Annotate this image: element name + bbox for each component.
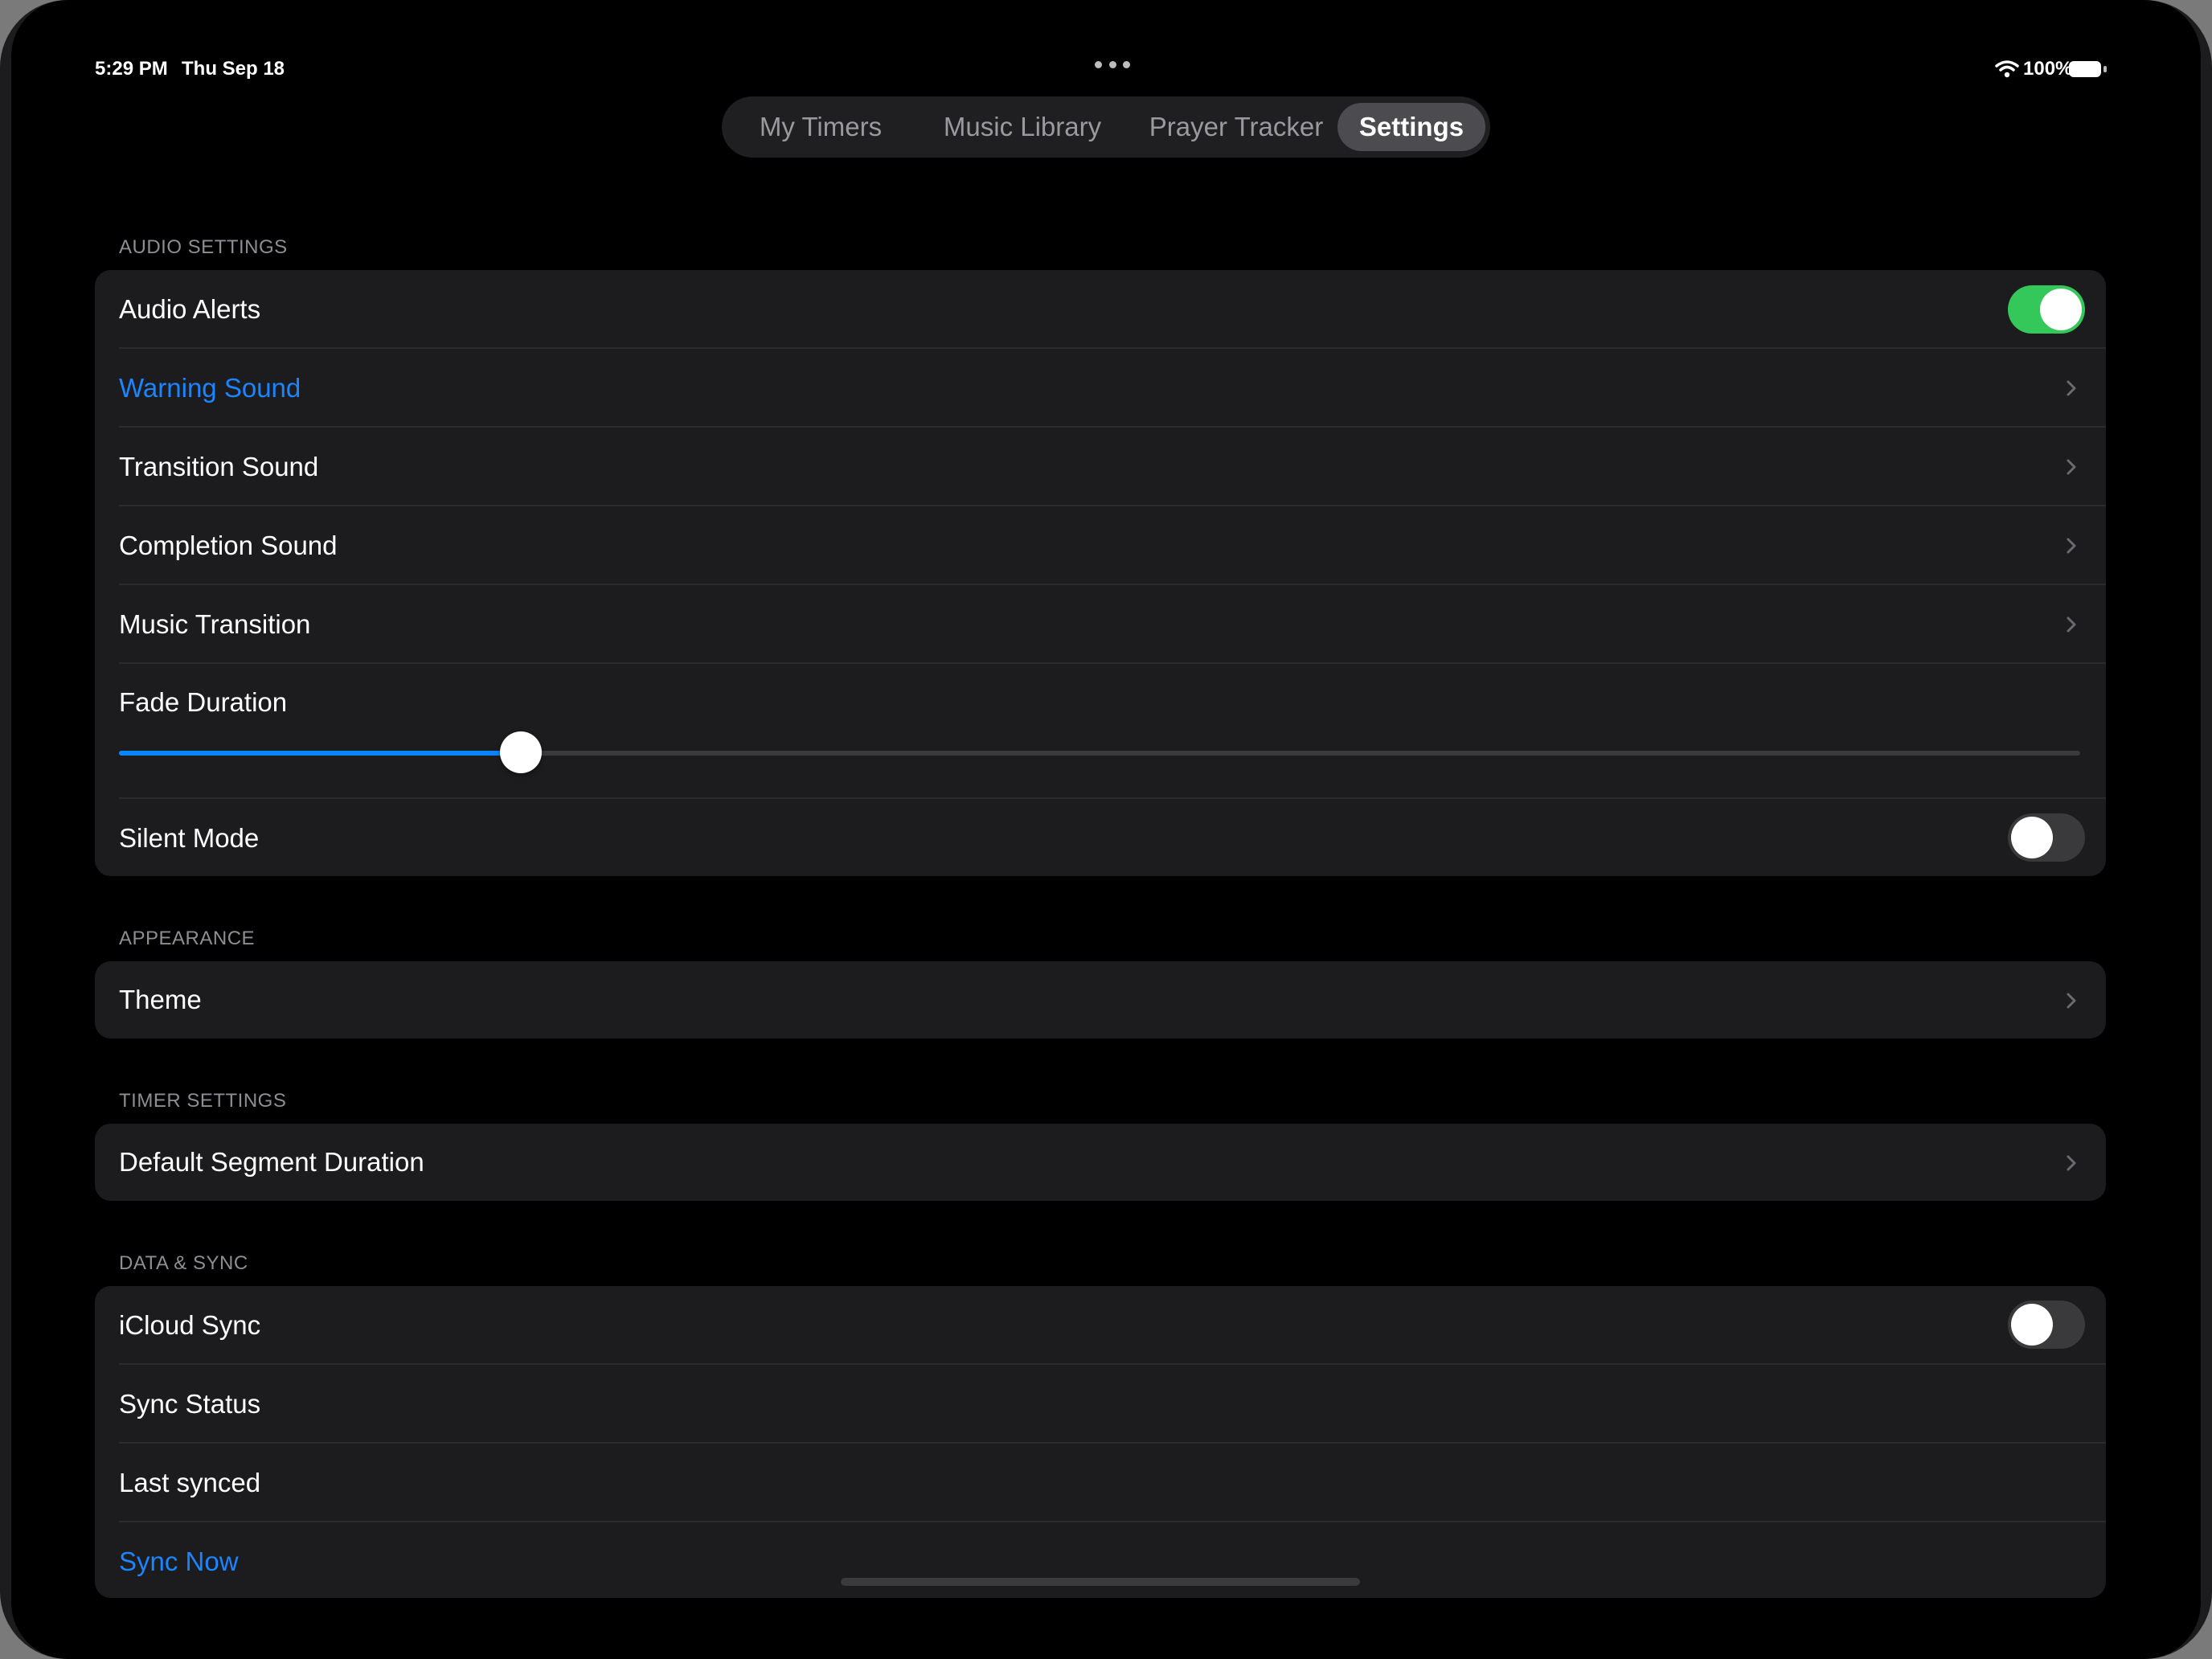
music-transition-row[interactable]: Music Transition (95, 585, 2106, 663)
completion-sound-label: Completion Sound (119, 530, 338, 560)
audio-alerts-label: Audio Alerts (119, 294, 261, 324)
appearance-group: Theme (95, 961, 2106, 1038)
timer-settings-group: Default Segment Duration (95, 1124, 2106, 1201)
transition-sound-label: Transition Sound (119, 452, 319, 481)
silent-mode-row: Silent Mode (95, 799, 2106, 876)
sync-now-button[interactable]: Sync Now (119, 1522, 239, 1598)
chevron-right-icon (2067, 538, 2076, 554)
audio-alerts-row: Audio Alerts (95, 270, 2106, 348)
theme-row[interactable]: Theme (95, 961, 2106, 1038)
warning-sound-row[interactable]: Warning Sound (95, 349, 2106, 427)
transition-sound-row[interactable]: Transition Sound (95, 428, 2106, 506)
wifi-icon (1995, 60, 2019, 78)
section-header-appearance: APPEARANCE (119, 928, 256, 949)
warning-sound-label: Warning Sound (119, 373, 301, 403)
tab-prayer-tracker[interactable]: Prayer Tracker (1132, 96, 1341, 158)
theme-label: Theme (119, 985, 202, 1014)
battery-icon (2069, 61, 2108, 79)
battery-percent: 100% (2023, 58, 2073, 80)
chevron-right-icon (2067, 616, 2076, 633)
device-frame: 5:29 PM Thu Sep 18 100% My Timers Music … (0, 0, 2212, 1659)
sync-status-row: Sync Status (95, 1365, 2106, 1443)
default-segment-duration-row[interactable]: Default Segment Duration (95, 1124, 2106, 1201)
chevron-right-icon (2067, 380, 2076, 396)
chevron-right-icon (2067, 1155, 2076, 1171)
last-synced-label: Last synced (119, 1468, 261, 1497)
status-date: Thu Sep 18 (182, 58, 285, 80)
fade-duration-label: Fade Duration (119, 687, 288, 717)
last-synced-row: Last synced (95, 1444, 2106, 1522)
status-time: 5:29 PM (95, 58, 168, 80)
fade-duration-slider[interactable] (119, 731, 2080, 773)
home-indicator (841, 1578, 1360, 1586)
sync-status-label: Sync Status (119, 1389, 261, 1419)
icloud-sync-toggle[interactable] (2008, 1301, 2085, 1349)
chevron-right-icon (2067, 993, 2076, 1009)
section-header-audio: AUDIO SETTINGS (119, 236, 288, 258)
slider-fill (119, 751, 522, 756)
screen: 5:29 PM Thu Sep 18 100% My Timers Music … (11, 0, 2201, 1659)
section-header-data-sync: DATA & SYNC (119, 1252, 248, 1274)
tab-my-timers[interactable]: My Timers (738, 96, 903, 158)
more-dots-icon[interactable] (1095, 61, 1130, 72)
silent-mode-label: Silent Mode (119, 823, 260, 853)
completion-sound-row[interactable]: Completion Sound (95, 506, 2106, 584)
silent-mode-toggle[interactable] (2008, 813, 2085, 862)
chevron-right-icon (2067, 459, 2076, 475)
audio-settings-group: Audio Alerts Warning Sound Transition So… (95, 270, 2106, 876)
slider-thumb[interactable] (500, 731, 543, 773)
sync-now-row[interactable]: Sync Now (95, 1522, 2106, 1598)
music-transition-label: Music Transition (119, 609, 311, 639)
section-header-timer: TIMER SETTINGS (119, 1090, 287, 1112)
fade-duration-row: Fade Duration (95, 664, 2106, 797)
tab-music-library[interactable]: Music Library (920, 96, 1125, 158)
data-sync-group: iCloud Sync Sync Status Last synced Sync… (95, 1286, 2106, 1598)
tab-settings[interactable]: Settings (1337, 103, 1485, 151)
audio-alerts-toggle[interactable] (2008, 285, 2085, 334)
tab-bar: My Timers Music Library Prayer Tracker S… (722, 96, 1490, 158)
icloud-sync-row: iCloud Sync (95, 1286, 2106, 1364)
default-segment-duration-label: Default Segment Duration (119, 1147, 424, 1177)
icloud-sync-label: iCloud Sync (119, 1310, 261, 1340)
